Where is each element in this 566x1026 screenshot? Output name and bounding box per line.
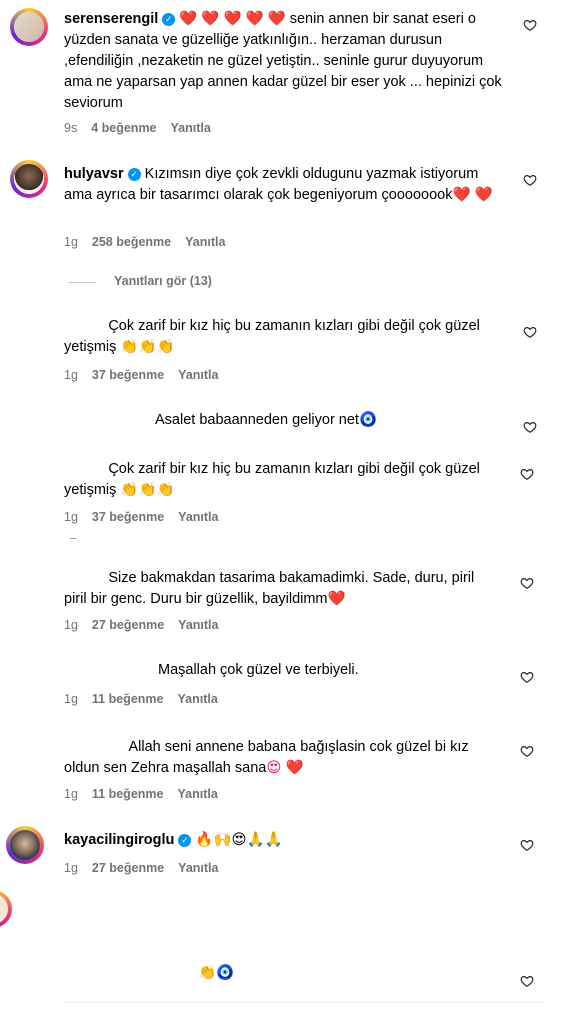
reply-button[interactable]: Yanıtla [177, 787, 217, 801]
comment-body: Size bakmakdan tasarima bakamadimki. Sad… [64, 570, 475, 607]
verified-icon: ✓ [127, 168, 141, 181]
heart-icon[interactable] [520, 744, 534, 758]
view-replies-button[interactable]: Yanıtları gör (13) [114, 274, 212, 288]
like-count[interactable]: 11 beğenme [92, 692, 164, 706]
verified-icon: ✓ [178, 834, 192, 847]
comment-text: Asalet babaanneden geliyor net🧿 [155, 410, 495, 431]
comment-body: Maşallah çok güzel ve terbiyeli. [158, 662, 359, 678]
reply-button[interactable]: Yanıtla [171, 121, 211, 135]
like-count[interactable]: 27 beğenme [92, 861, 164, 875]
comment-time: 1g [64, 368, 78, 382]
comment-username[interactable]: serenserengil [64, 11, 158, 27]
reply-button[interactable]: Yanıtla [177, 692, 217, 706]
comment-text: serenserengil ✓ ❤️ ❤️ ❤️ ❤️ ❤️ senin annen… [64, 9, 504, 114]
comment-meta: 1g 11 beğenme Yanıtla [64, 787, 232, 801]
comment-meta: 1g 37 beğenme Yanıtla [64, 368, 232, 382]
heart-icon[interactable] [523, 420, 537, 434]
comment-text: 👏🧿 [198, 963, 298, 984]
reply-button[interactable]: Yanıtla [178, 510, 218, 524]
comment-time: 1g [64, 510, 78, 524]
like-count[interactable]: 4 beğenme [91, 121, 156, 135]
comment-time: 1g [64, 235, 78, 249]
comment-text: Çok zarif bir kız hiç bu zamanın kızları… [64, 316, 494, 358]
clap-emoji: 👏👏👏 [120, 339, 175, 355]
heart-icon[interactable] [523, 173, 537, 187]
like-count[interactable]: 27 beğenme [92, 618, 164, 632]
comment-meta: 1g 37 beğenme Yanıtla [64, 510, 232, 524]
comment-time: 1g [64, 787, 78, 801]
reply-button[interactable]: Yanıtla [178, 368, 218, 382]
heart-icon[interactable] [520, 576, 534, 590]
heart-icon[interactable] [523, 18, 537, 32]
reply-button[interactable]: Yanıtla [185, 235, 225, 249]
heart-icon[interactable] [520, 974, 534, 988]
comment-username[interactable]: hulyavsr [64, 166, 124, 182]
nazar-emoji: 🧿 [358, 412, 378, 428]
clap-emoji: 👏👏👏 [120, 482, 175, 498]
comment-text: hulyavsr ✓ Kızımsın diye çok zevkli oldugu… [64, 164, 504, 206]
heart-emoji: ❤️ [327, 591, 346, 607]
hearts-emoji: ❤️ ❤️ ❤️ ❤️ ❤️ [179, 11, 286, 27]
comment-meta: 1g 27 beğenme Yanıtla [64, 861, 232, 875]
comment-text: Size bakmakdan tasarima bakamadimki. Sad… [64, 568, 494, 610]
hearts-emoji: ❤️ ❤️ [452, 187, 493, 203]
comment-meta: 1g 258 beğenme Yanıtla [64, 235, 239, 249]
divider [70, 538, 76, 539]
verified-icon: ✓ [162, 13, 176, 26]
view-replies-line [68, 282, 96, 283]
emoji: 😍 ❤️ [266, 760, 304, 776]
comment-body: Asalet babaanneden geliyor net [155, 412, 359, 428]
reply-button[interactable]: Yanıtla [178, 861, 218, 875]
comment-text: Allah seni annene babana bağışlasin cok … [64, 737, 504, 779]
heart-icon[interactable] [520, 838, 534, 852]
comment-body: Kızımsın diye çok zevkli oldugunu yazmak… [64, 166, 479, 203]
avatar[interactable] [10, 8, 48, 46]
heart-icon[interactable] [520, 670, 534, 684]
comment-meta: 1g 27 beğenme Yanıtla [64, 618, 232, 632]
comment-text: kayacilingiroglu ✓ 🔥🙌😍🙏🙏 [64, 830, 504, 851]
avatar[interactable] [10, 160, 48, 198]
comment-time: 1g [64, 618, 78, 632]
like-count[interactable]: 11 beğenme [92, 787, 164, 801]
heart-icon[interactable] [523, 325, 537, 339]
like-count[interactable]: 37 beğenme [92, 510, 164, 524]
comment-time: 9s [64, 121, 78, 135]
comment-username[interactable]: kayacilingiroglu [64, 832, 174, 848]
comment-time: 1g [64, 692, 78, 706]
reply-button[interactable]: Yanıtla [178, 618, 218, 632]
emoji: 👏🧿 [198, 965, 235, 981]
heart-icon[interactable] [520, 467, 534, 481]
avatar[interactable] [6, 826, 44, 864]
comment-meta: 1g 11 beğenme Yanıtla [64, 692, 232, 706]
comment-text: Maşallah çok güzel ve terbiyeli. [158, 660, 498, 681]
emoji: 🔥🙌😍🙏🙏 [195, 832, 283, 848]
comment-time: 1g [64, 861, 78, 875]
comment-text: Çok zarif bir kız hiç bu zamanın kızları… [64, 459, 494, 501]
comment-meta: 9s 4 beğenme Yanıtla [64, 121, 225, 135]
divider [64, 1002, 544, 1003]
avatar[interactable] [0, 890, 12, 928]
like-count[interactable]: 258 beğenme [92, 235, 171, 249]
like-count[interactable]: 37 beğenme [92, 368, 164, 382]
